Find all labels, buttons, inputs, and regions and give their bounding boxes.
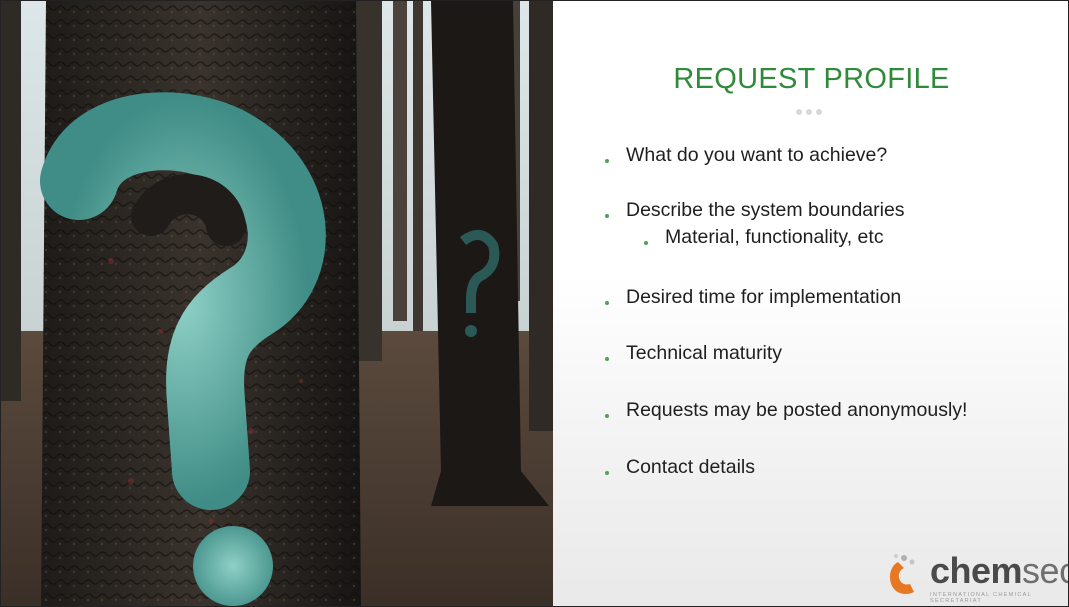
list-item: Material, functionality, etc [665, 226, 884, 248]
list-item: Contact details [626, 456, 755, 478]
bullet-dot [605, 214, 609, 218]
title-divider-dots [796, 109, 822, 115]
slide: REQUEST PROFILE What do you want to achi… [0, 0, 1069, 607]
bullet-dot [605, 159, 609, 163]
question-mark-tree-photo [1, 1, 553, 606]
list-item: Requests may be posted anonymously! [626, 399, 968, 421]
bullet-dot [605, 301, 609, 305]
list-item: What do you want to achieve? [626, 144, 888, 166]
bullet-dot [605, 471, 609, 475]
chemsec-molecule-icon [890, 554, 915, 594]
content-panel: REQUEST PROFILE What do you want to achi… [553, 1, 1068, 606]
logo-tagline: INTERNATIONAL CHEMICAL SECRETARIAT [930, 592, 1032, 604]
list-item: Technical maturity [626, 342, 783, 364]
list-item: Describe the system boundaries [626, 199, 905, 221]
bullet-dot [605, 357, 609, 361]
slide-title: REQUEST PROFILE [673, 63, 950, 95]
bullet-dot [644, 241, 648, 245]
list-item: Desired time for implementation [626, 286, 902, 308]
logo-wordmark: chemsec [930, 550, 1068, 591]
bullet-dot [605, 414, 609, 418]
chemsec-logo: chemsec INTERNATIONAL CHEMICAL SECRETARI… [880, 550, 1068, 604]
